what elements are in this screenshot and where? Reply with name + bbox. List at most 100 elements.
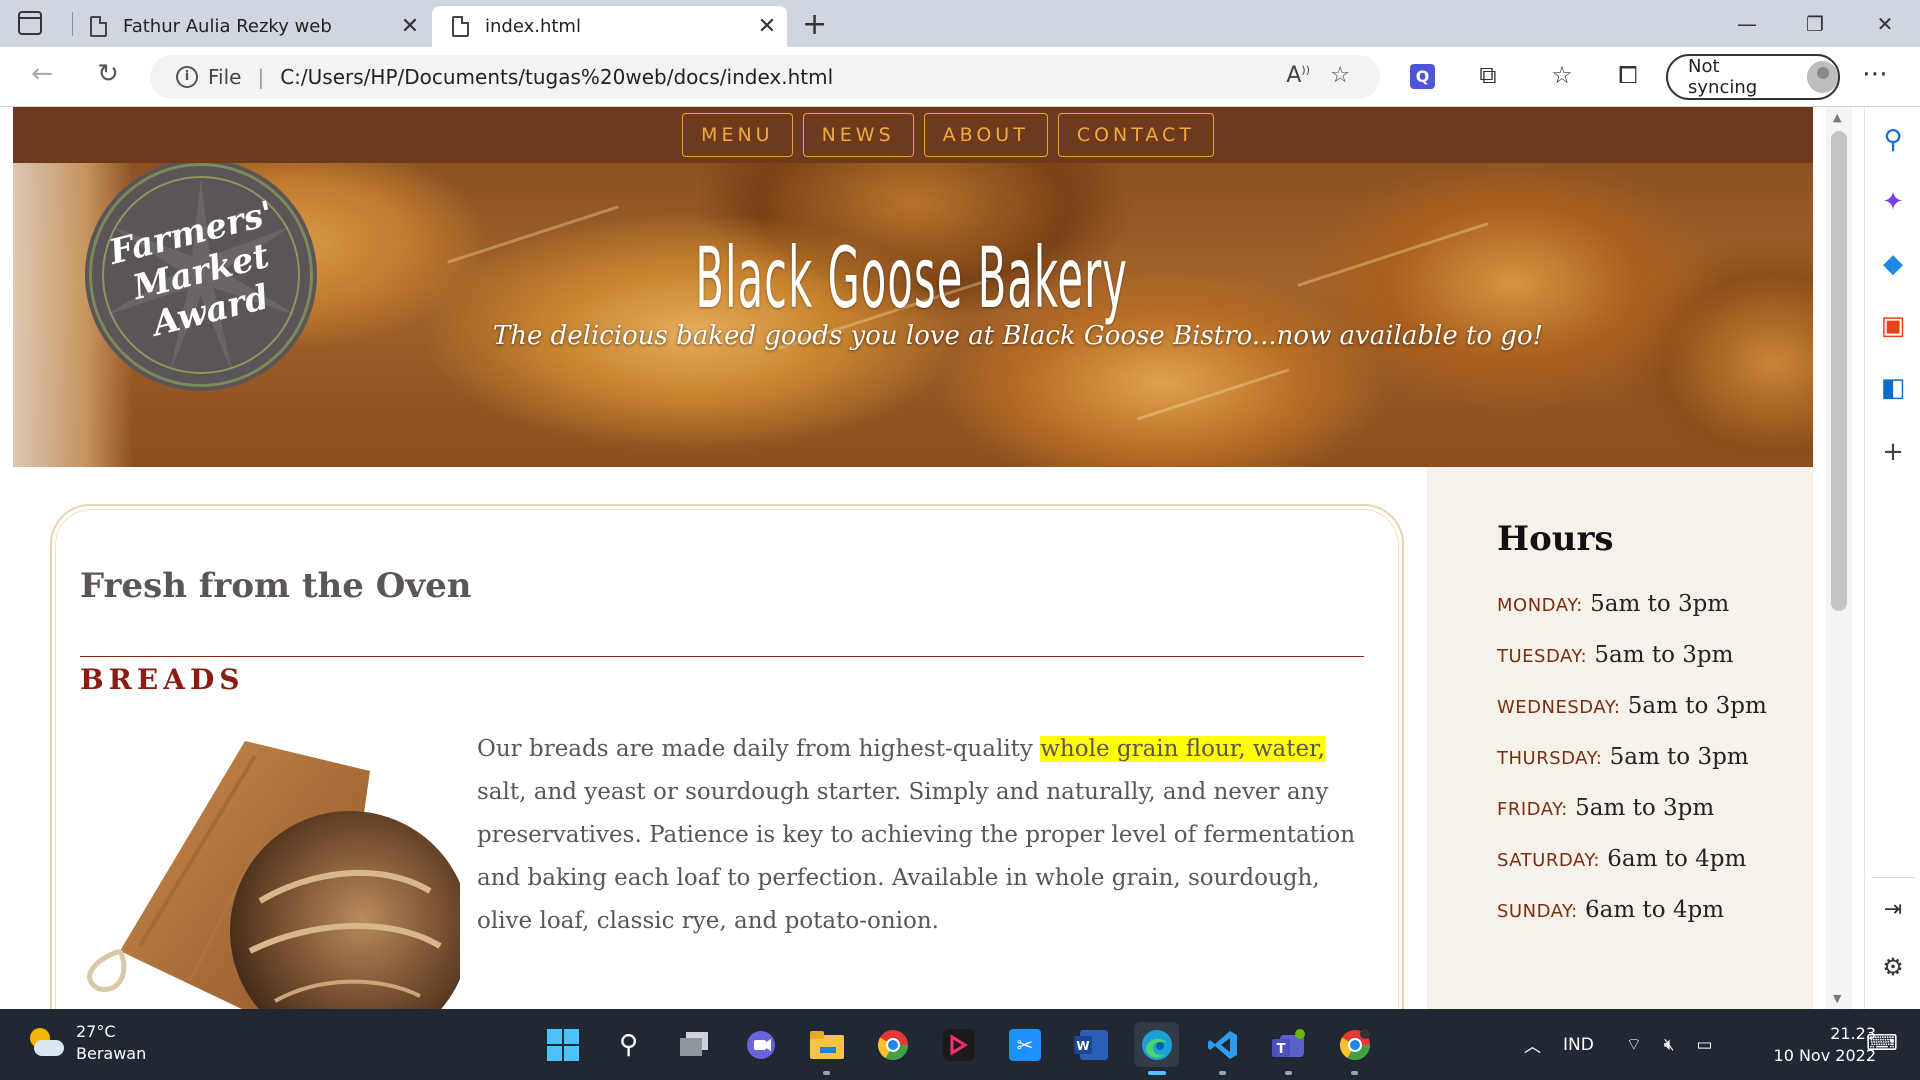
- browser-tab-bar: Fathur Aulia Rezky web ✕ index.html ✕ + …: [0, 0, 1920, 47]
- hours-item: FRIDAY: 5am to 3pm: [1497, 795, 1767, 846]
- svg-text:T: T: [1276, 1042, 1285, 1057]
- url-text[interactable]: C:/Users/HP/Documents/tugas%20web/docs/i…: [280, 65, 833, 89]
- more-menu-icon[interactable]: ⋯: [1862, 59, 1888, 89]
- hours-day: THURSDAY:: [1497, 748, 1603, 769]
- chrome-profile-icon[interactable]: [1332, 1022, 1377, 1075]
- notifications-icon[interactable]: ⌨: [1866, 1031, 1898, 1056]
- file-explorer-icon[interactable]: [804, 1022, 849, 1075]
- scroll-up-arrow-icon[interactable]: ▲: [1833, 111, 1841, 124]
- site-tagline: The delicious baked goods you love at Bl…: [492, 321, 1544, 351]
- hours-item: SATURDAY: 6am to 4pm: [1497, 846, 1767, 897]
- hours-heading: Hours: [1497, 519, 1614, 559]
- outlook-icon[interactable]: ◧: [1865, 373, 1920, 403]
- vscode-icon[interactable]: [1200, 1022, 1245, 1075]
- language-indicator[interactable]: IND: [1563, 1035, 1594, 1055]
- chrome-icon[interactable]: [870, 1022, 915, 1067]
- paragraph-text: Our breads are made daily from highest-q…: [477, 736, 1041, 762]
- page-icon: [90, 16, 107, 37]
- hours-day: WEDNESDAY:: [1497, 697, 1621, 718]
- edge-icon[interactable]: [1134, 1022, 1179, 1075]
- search-icon[interactable]: ⚲: [1865, 125, 1920, 155]
- taskbar-apps: ⚲ ✂ W T: [540, 1009, 1377, 1080]
- gear-icon[interactable]: ⚙: [1865, 953, 1920, 981]
- system-tray: ︿ IND ⌔ 🔇︎ ▭: [1524, 1009, 1713, 1080]
- edge-sidebar: ⚲ ✦ ◆ ▣ ◧ + ⇥ ⚙: [1864, 107, 1920, 1009]
- minimize-button[interactable]: —: [1722, 8, 1772, 40]
- add-favorite-icon[interactable]: ☆: [1330, 63, 1350, 88]
- tab-title: Fathur Aulia Rezky web: [123, 16, 332, 37]
- hours-time: 5am to 3pm: [1590, 591, 1730, 617]
- nav-about[interactable]: ABOUT: [923, 113, 1048, 157]
- hero-banner: Farmers' Market Award Black Goose Bakery…: [13, 163, 1813, 467]
- award-badge: Farmers' Market Award: [89, 163, 313, 387]
- search-icon[interactable]: ⚲: [606, 1022, 651, 1067]
- close-icon[interactable]: ✕: [747, 14, 787, 39]
- info-icon[interactable]: i: [176, 66, 198, 88]
- close-icon[interactable]: ✕: [390, 14, 430, 39]
- app-red-icon[interactable]: [936, 1022, 981, 1067]
- windows-taskbar: 27°C Berawan ⚲ ✂ W T ︿ IND ⌔ 🔇︎ ▭ 21.23 …: [0, 1009, 1920, 1080]
- workspaces-icon[interactable]: [18, 11, 42, 35]
- chat-icon[interactable]: [738, 1022, 783, 1067]
- hours-item: THURSDAY: 5am to 3pm: [1497, 744, 1767, 795]
- svg-text:W: W: [1076, 1039, 1089, 1053]
- hours-day: SATURDAY:: [1497, 850, 1600, 871]
- chevron-up-icon[interactable]: ︿: [1524, 1032, 1541, 1057]
- teams-icon[interactable]: T: [1266, 1022, 1311, 1075]
- page-icon: [452, 16, 469, 37]
- back-arrow-icon[interactable]: ←: [24, 59, 60, 89]
- extension-q-icon[interactable]: Q: [1410, 64, 1435, 89]
- hours-sidebar: Hours MONDAY: 5am to 3pm TUESDAY: 5am to…: [1427, 467, 1813, 1009]
- tab-index-html[interactable]: index.html ✕: [432, 6, 787, 47]
- extensions-puzzle-icon[interactable]: ⧉: [1472, 61, 1504, 89]
- hours-time: 6am to 4pm: [1585, 897, 1725, 923]
- hours-day: FRIDAY:: [1497, 799, 1568, 820]
- close-window-button[interactable]: ✕: [1860, 8, 1910, 40]
- restore-button[interactable]: ❐: [1790, 8, 1840, 40]
- site-title: Black Goose Bakery: [695, 229, 1128, 327]
- start-windows-icon[interactable]: [540, 1022, 585, 1067]
- hours-time: 5am to 3pm: [1594, 642, 1734, 668]
- new-tab-button[interactable]: +: [802, 7, 827, 42]
- croissant-highlight: [1136, 368, 1290, 421]
- battery-icon[interactable]: ▭: [1697, 1035, 1713, 1055]
- capcut-icon[interactable]: ✂: [1002, 1022, 1047, 1067]
- hours-item: TUESDAY: 5am to 3pm: [1497, 642, 1767, 693]
- wifi-icon[interactable]: ⌔: [1626, 1034, 1642, 1055]
- sidebar-collapse-icon[interactable]: ⇥: [1865, 897, 1920, 922]
- shopping-tag-icon[interactable]: ◆: [1865, 249, 1920, 279]
- nav-contact[interactable]: CONTACT: [1057, 113, 1214, 157]
- main-content: Fresh from the Oven BREADS Our breads ar…: [50, 504, 1404, 1009]
- add-icon[interactable]: +: [1865, 437, 1920, 467]
- nav-news[interactable]: NEWS: [802, 113, 914, 157]
- tab-fathur-web[interactable]: Fathur Aulia Rezky web ✕: [70, 6, 430, 47]
- page-viewport: MENU NEWS ABOUT CONTACT Farmers' Market …: [13, 107, 1813, 1009]
- nav-menu[interactable]: MENU: [682, 113, 793, 157]
- task-view-icon[interactable]: [672, 1022, 717, 1067]
- scroll-thumb[interactable]: [1831, 131, 1847, 611]
- sparkle-icon[interactable]: ✦: [1865, 187, 1920, 217]
- office-icon[interactable]: ▣: [1865, 311, 1920, 341]
- favorites-icon[interactable]: ☆: [1546, 61, 1578, 89]
- hours-time: 5am to 3pm: [1575, 795, 1715, 821]
- word-icon[interactable]: W: [1068, 1022, 1113, 1067]
- clock-date: 10 Nov 2022: [1773, 1046, 1876, 1065]
- hours-time: 5am to 3pm: [1609, 744, 1749, 770]
- clock[interactable]: 21.23 10 Nov 2022: [1748, 1023, 1876, 1067]
- page-scrollbar[interactable]: ▲ ▼: [1826, 107, 1852, 1009]
- main-heading: Fresh from the Oven: [80, 566, 472, 606]
- bread-loaf-image: [87, 741, 460, 1009]
- profile-sync-button[interactable]: Not syncing: [1666, 54, 1840, 100]
- section-divider: [80, 656, 1364, 657]
- hours-item: SUNDAY: 6am to 4pm: [1497, 897, 1767, 948]
- address-bar[interactable]: i File | C:/Users/HP/Documents/tugas%20w…: [150, 55, 1380, 99]
- paragraph-text: salt, and yeast or sourdough starter. Si…: [477, 779, 1356, 934]
- scroll-down-arrow-icon[interactable]: ▼: [1833, 992, 1841, 1005]
- collections-icon[interactable]: ⧠: [1612, 61, 1644, 89]
- refresh-icon[interactable]: ↻: [90, 59, 126, 89]
- weather-widget[interactable]: 27°C Berawan: [26, 1021, 146, 1065]
- scheme-label: File: [208, 65, 242, 89]
- read-aloud-icon[interactable]: A)): [1286, 63, 1310, 88]
- svg-text:✂: ✂: [1016, 1033, 1033, 1057]
- speaker-muted-icon[interactable]: 🔇︎: [1664, 1035, 1675, 1055]
